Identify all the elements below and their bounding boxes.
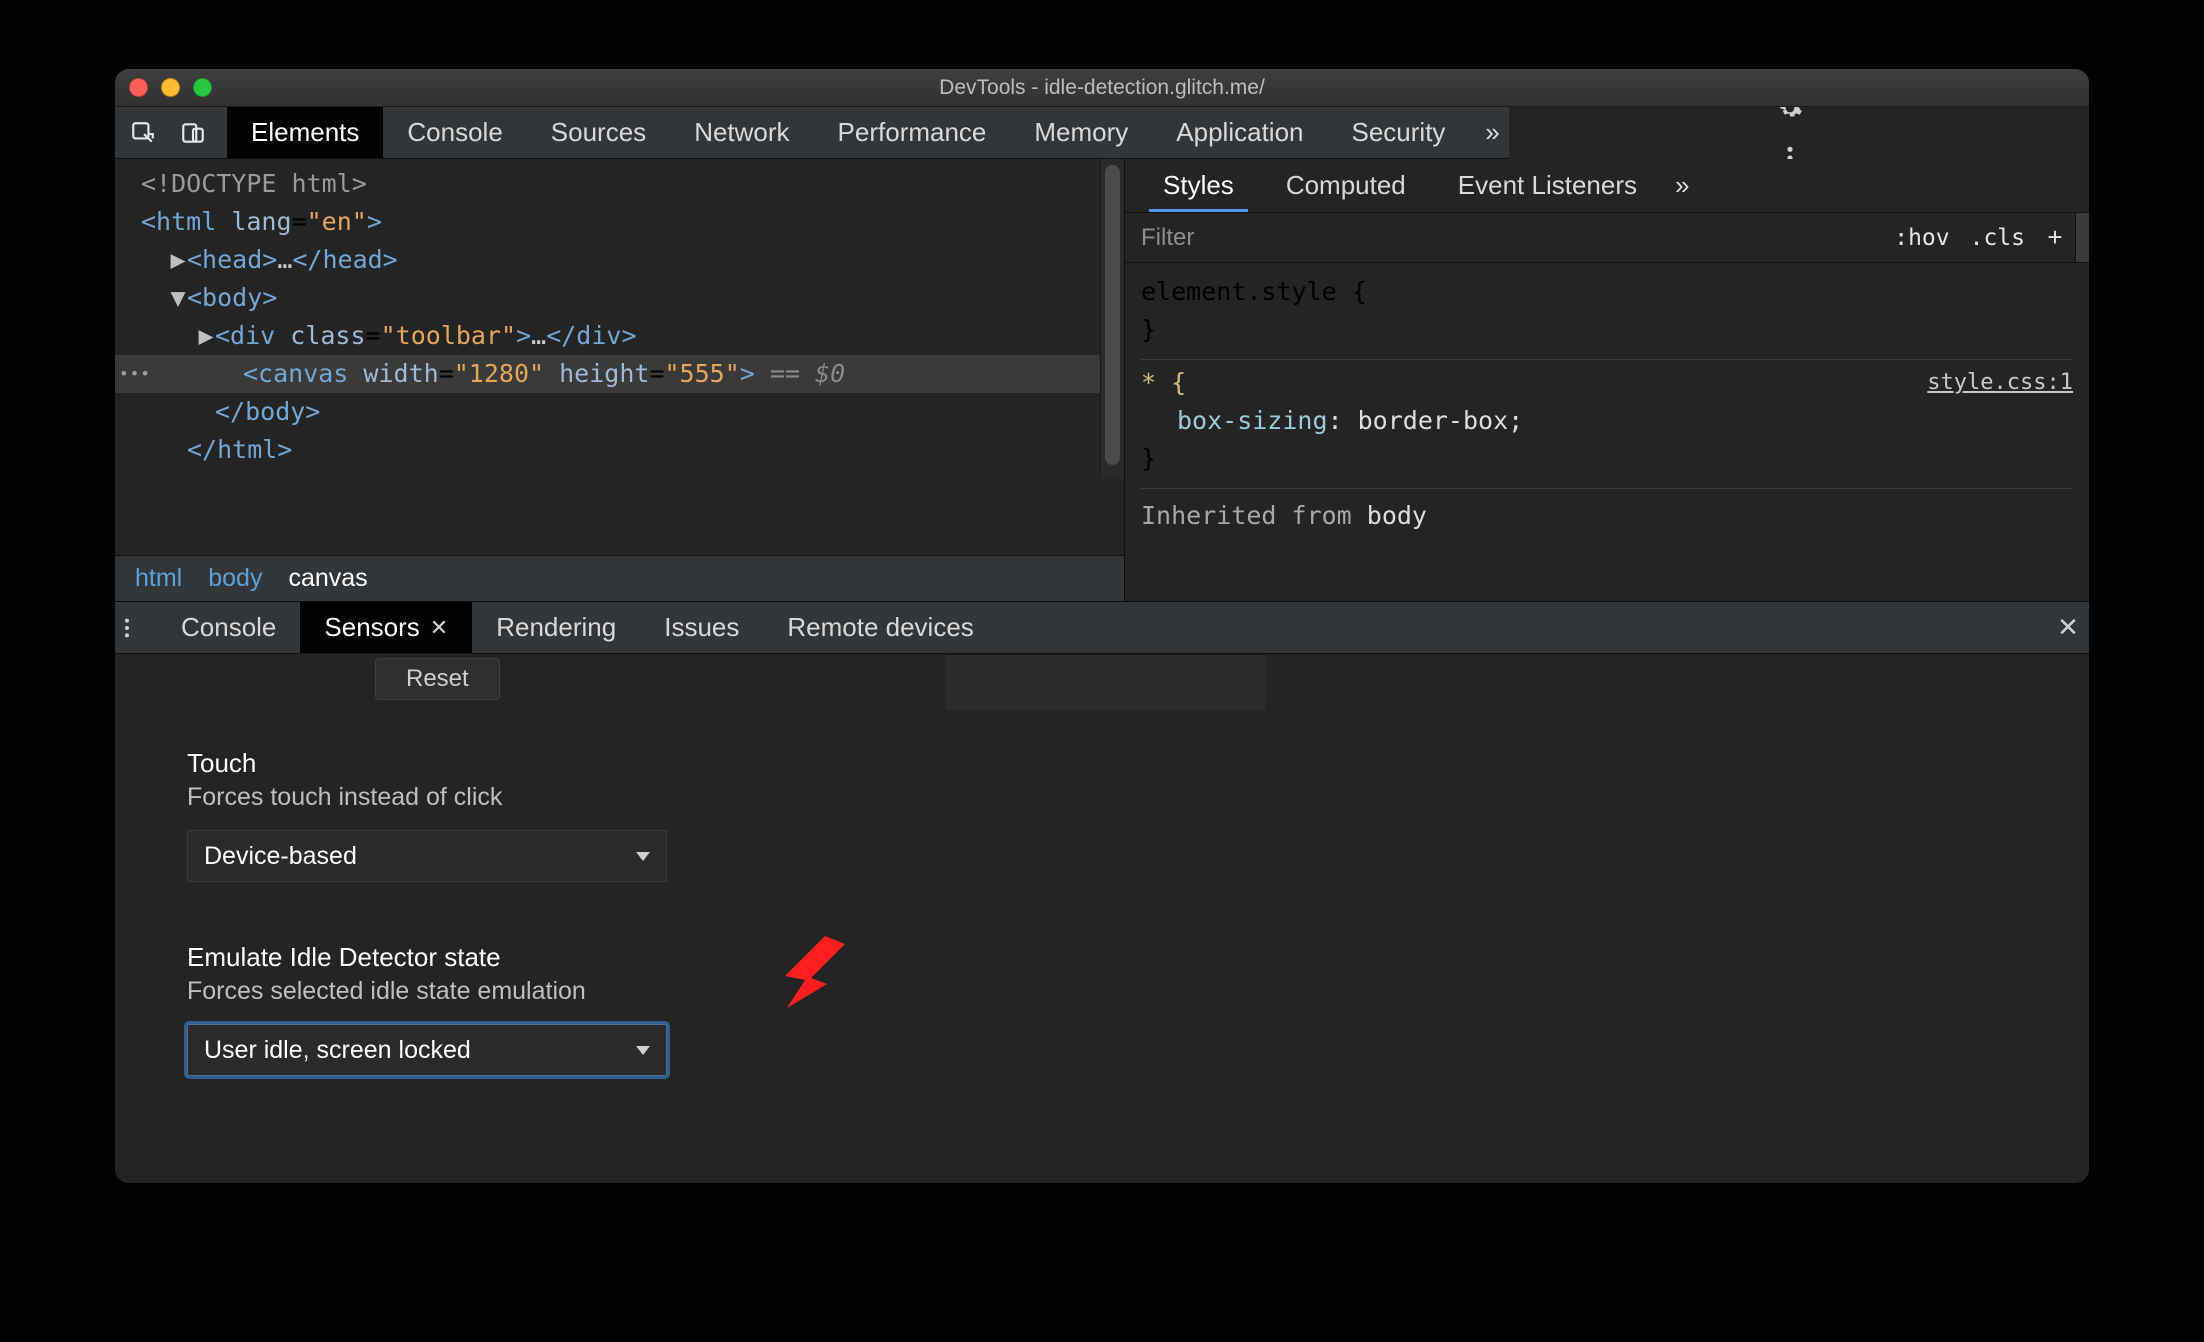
idle-select[interactable]: User idle, screen locked: [187, 1024, 667, 1076]
inspect-element-icon[interactable]: [121, 114, 165, 152]
device-toolbar-icon[interactable]: [171, 114, 215, 152]
drawer-tab-rendering[interactable]: Rendering: [472, 602, 640, 653]
drawer: Console Sensors✕ Rendering Issues Remote…: [115, 601, 2089, 1183]
styles-tab-styles[interactable]: Styles: [1137, 159, 1260, 212]
dom-tree[interactable]: <!DOCTYPE html><html lang="en">▶<head>…<…: [115, 159, 1124, 555]
close-drawer-icon[interactable]: ✕: [2047, 612, 2089, 643]
sensors-panel: Reset Touch Forces touch instead of clic…: [115, 654, 2089, 1183]
window-title: DevTools - idle-detection.glitch.me/: [115, 76, 2089, 100]
hov-toggle[interactable]: :hov: [1884, 221, 1959, 255]
idle-select-value: User idle, screen locked: [204, 1036, 471, 1065]
tab-network[interactable]: Network: [670, 107, 813, 158]
dom-tree-row[interactable]: </html>: [115, 431, 1124, 469]
breadcrumb: html body canvas: [115, 555, 1124, 601]
tab-security[interactable]: Security: [1328, 107, 1470, 158]
dom-tree-row[interactable]: </body>: [115, 393, 1124, 431]
inherited-from: Inherited from body: [1141, 489, 2073, 535]
rule-brace-2: }: [1141, 440, 2073, 478]
styles-more-tabs-icon[interactable]: »: [1675, 170, 1683, 201]
tab-console[interactable]: Console: [383, 107, 526, 158]
cls-toggle[interactable]: .cls: [1960, 221, 2035, 255]
tab-memory[interactable]: Memory: [1010, 107, 1152, 158]
styles-panel: Styles Computed Event Listeners » :hov .…: [1125, 159, 2089, 601]
styles-tab-computed[interactable]: Computed: [1260, 159, 1432, 212]
rule-prop: box-sizing: [1177, 406, 1328, 435]
drawer-menu-icon[interactable]: [123, 617, 157, 639]
minimize-window-button[interactable]: [161, 78, 180, 97]
drawer-tabs: Console Sensors✕ Rendering Issues Remote…: [115, 602, 2089, 654]
touch-select[interactable]: Device-based: [187, 830, 667, 882]
drawer-tab-console[interactable]: Console: [157, 602, 300, 653]
rule-selector: * {: [1141, 368, 1186, 397]
elements-scrollbar[interactable]: [1100, 159, 1124, 479]
panels-split: <!DOCTYPE html><html lang="en">▶<head>…<…: [115, 159, 2089, 601]
drawer-tab-issues[interactable]: Issues: [640, 602, 763, 653]
reset-button[interactable]: Reset: [375, 658, 500, 700]
idle-title: Emulate Idle Detector state: [187, 942, 835, 973]
styles-filter-bar: :hov .cls +: [1125, 213, 2089, 263]
dom-tree-row[interactable]: ▶<head>…</head>: [115, 241, 1124, 279]
main-tabbar: Elements Console Sources Network Perform…: [115, 107, 2089, 159]
drawer-tab-remote-devices[interactable]: Remote devices: [763, 602, 997, 653]
titlebar: DevTools - idle-detection.glitch.me/: [115, 69, 2089, 107]
tab-application[interactable]: Application: [1152, 107, 1327, 158]
main-tabs: Elements Console Sources Network Perform…: [227, 107, 1469, 158]
tab-performance[interactable]: Performance: [814, 107, 1011, 158]
touch-select-value: Device-based: [204, 842, 357, 871]
idle-section: Emulate Idle Detector state Forces selec…: [115, 882, 835, 1076]
ghost-panel: [945, 654, 1265, 710]
breadcrumb-html[interactable]: html: [135, 564, 182, 593]
breadcrumb-body[interactable]: body: [208, 564, 262, 593]
rule-element-style: element.style {: [1141, 273, 2073, 311]
rule-value: border-box: [1358, 406, 1509, 435]
more-tabs-icon[interactable]: »: [1469, 113, 1509, 153]
tab-elements[interactable]: Elements: [227, 107, 383, 158]
tab-sources[interactable]: Sources: [527, 107, 670, 158]
window-controls: [129, 78, 212, 97]
elements-panel: <!DOCTYPE html><html lang="en">▶<head>…<…: [115, 159, 1125, 601]
dom-tree-row[interactable]: <canvas width="1280" height="555"> == $0: [115, 355, 1124, 393]
styles-tab-event-listeners[interactable]: Event Listeners: [1432, 159, 1663, 212]
touch-title: Touch: [187, 748, 835, 779]
styles-tabs: Styles Computed Event Listeners »: [1125, 159, 2089, 213]
rule-source-link[interactable]: style.css:1: [1927, 364, 2073, 402]
styles-filter-input[interactable]: [1125, 224, 1884, 252]
idle-desc: Forces selected idle state emulation: [187, 977, 835, 1006]
devtools-window: DevTools - idle-detection.glitch.me/ Ele…: [115, 69, 2089, 1183]
dom-tree-row[interactable]: ▶<div class="toolbar">…</div>: [115, 317, 1124, 355]
zoom-window-button[interactable]: [193, 78, 212, 97]
dom-tree-row[interactable]: <html lang="en">: [115, 203, 1124, 241]
breadcrumb-canvas[interactable]: canvas: [288, 564, 367, 593]
close-window-button[interactable]: [129, 78, 148, 97]
new-style-rule-icon[interactable]: +: [2035, 222, 2075, 253]
dom-tree-row[interactable]: <!DOCTYPE html>: [115, 165, 1124, 203]
close-sensors-tab-icon[interactable]: ✕: [430, 615, 448, 641]
touch-section: Touch Forces touch instead of click Devi…: [115, 700, 835, 882]
rule-brace: }: [1141, 311, 2073, 349]
styles-resize-handle[interactable]: [2075, 213, 2089, 262]
dom-tree-row[interactable]: ▼<body>: [115, 279, 1124, 317]
styles-rules[interactable]: element.style { } style.css:1 * { box-si…: [1125, 263, 2089, 601]
touch-desc: Forces touch instead of click: [187, 783, 835, 812]
drawer-tab-sensors[interactable]: Sensors✕: [300, 602, 472, 653]
chevron-down-icon: [636, 852, 650, 861]
chevron-down-icon: [636, 1046, 650, 1055]
